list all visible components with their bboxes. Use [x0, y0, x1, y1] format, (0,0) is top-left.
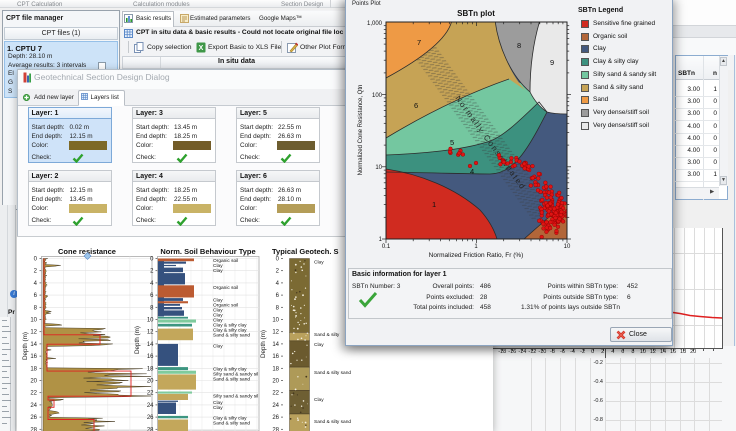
svg-text:14: 14 [272, 342, 279, 348]
svg-text:Organic soil: Organic soil [213, 285, 238, 291]
svg-text:14: 14 [147, 342, 154, 348]
svg-text:22: 22 [147, 391, 154, 397]
svg-text:Sand & silty sand: Sand & silty sand [314, 419, 351, 425]
svg-text:1: 1 [379, 237, 383, 243]
svg-text:28: 28 [147, 427, 154, 431]
svg-text:22: 22 [272, 391, 279, 397]
svg-text:24: 24 [272, 403, 279, 409]
svg-text:X: X [199, 45, 204, 52]
svg-text:16: 16 [147, 354, 154, 360]
svg-text:Normalized Cone Resistance, Qt: Normalized Cone Resistance, Qtn [358, 85, 364, 176]
svg-text:10: 10 [30, 318, 37, 324]
svg-text:10: 10 [147, 318, 154, 324]
svg-text:12: 12 [272, 330, 279, 336]
svg-text:8: 8 [517, 41, 521, 50]
svg-text:Clay: Clay [314, 342, 324, 348]
svg-text:Sand & silty: Sand & silty [314, 332, 340, 338]
svg-text:1: 1 [432, 200, 436, 209]
svg-text:Clay: Clay [314, 397, 324, 403]
svg-text:18: 18 [272, 366, 279, 372]
svg-text:10: 10 [272, 318, 279, 324]
svg-text:20: 20 [272, 379, 279, 385]
svg-text:4: 4 [470, 167, 474, 176]
svg-text:28: 28 [272, 427, 279, 431]
svg-text:20: 20 [30, 379, 37, 385]
svg-text:18: 18 [147, 366, 154, 372]
svg-text:1: 1 [474, 244, 478, 250]
svg-text:7: 7 [417, 38, 421, 47]
svg-text:5: 5 [450, 138, 454, 147]
svg-text:Normalized Friction Ratio, Fr: Normalized Friction Ratio, Fr (%) [429, 252, 524, 259]
svg-text:Depth (m): Depth (m) [260, 330, 267, 358]
svg-text:16: 16 [272, 354, 279, 360]
svg-text:Clay: Clay [213, 268, 223, 274]
svg-text:100: 100 [372, 93, 383, 99]
svg-text:Clay: Clay [314, 260, 324, 266]
svg-text:9: 9 [550, 58, 554, 67]
svg-text:12: 12 [147, 330, 154, 336]
svg-text:Sand & silty sand: Sand & silty sand [213, 377, 250, 383]
svg-text:26: 26 [30, 415, 37, 421]
svg-text:24: 24 [30, 403, 37, 409]
svg-text:1,000: 1,000 [367, 21, 383, 27]
svg-text:0.1: 0.1 [382, 244, 391, 250]
svg-text:Clay: Clay [213, 405, 223, 411]
svg-text:20: 20 [147, 379, 154, 385]
svg-text:6: 6 [414, 101, 418, 110]
svg-text:10: 10 [375, 165, 382, 171]
svg-text:28: 28 [30, 427, 37, 431]
svg-text:Sand & silty sand: Sand & silty sand [314, 370, 351, 376]
svg-text:Clay: Clay [213, 343, 223, 349]
svg-text:10: 10 [564, 244, 571, 250]
svg-text:Typical Geotech. S: Typical Geotech. S [272, 247, 339, 256]
svg-text:18: 18 [30, 366, 37, 372]
svg-text:Norm. Soil Behaviour Type: Norm. Soil Behaviour Type [160, 247, 255, 256]
svg-text:22: 22 [30, 391, 37, 397]
svg-text:24: 24 [147, 403, 154, 409]
svg-text:Silty sand & sandy sil: Silty sand & sandy sil [213, 393, 258, 399]
svg-text:SBTn plot: SBTn plot [457, 9, 495, 18]
svg-text:14: 14 [30, 342, 37, 348]
svg-text:16: 16 [30, 354, 37, 360]
svg-text:Sand & silty sand: Sand & silty sand [213, 420, 250, 426]
svg-text:12: 12 [30, 330, 37, 336]
svg-text:26: 26 [272, 415, 279, 421]
svg-text:Depth (m): Depth (m) [22, 332, 29, 360]
svg-text:26: 26 [147, 415, 154, 421]
svg-text:Depth (m): Depth (m) [134, 326, 141, 354]
svg-text:Sand & silty sand: Sand & silty sand [213, 333, 250, 339]
